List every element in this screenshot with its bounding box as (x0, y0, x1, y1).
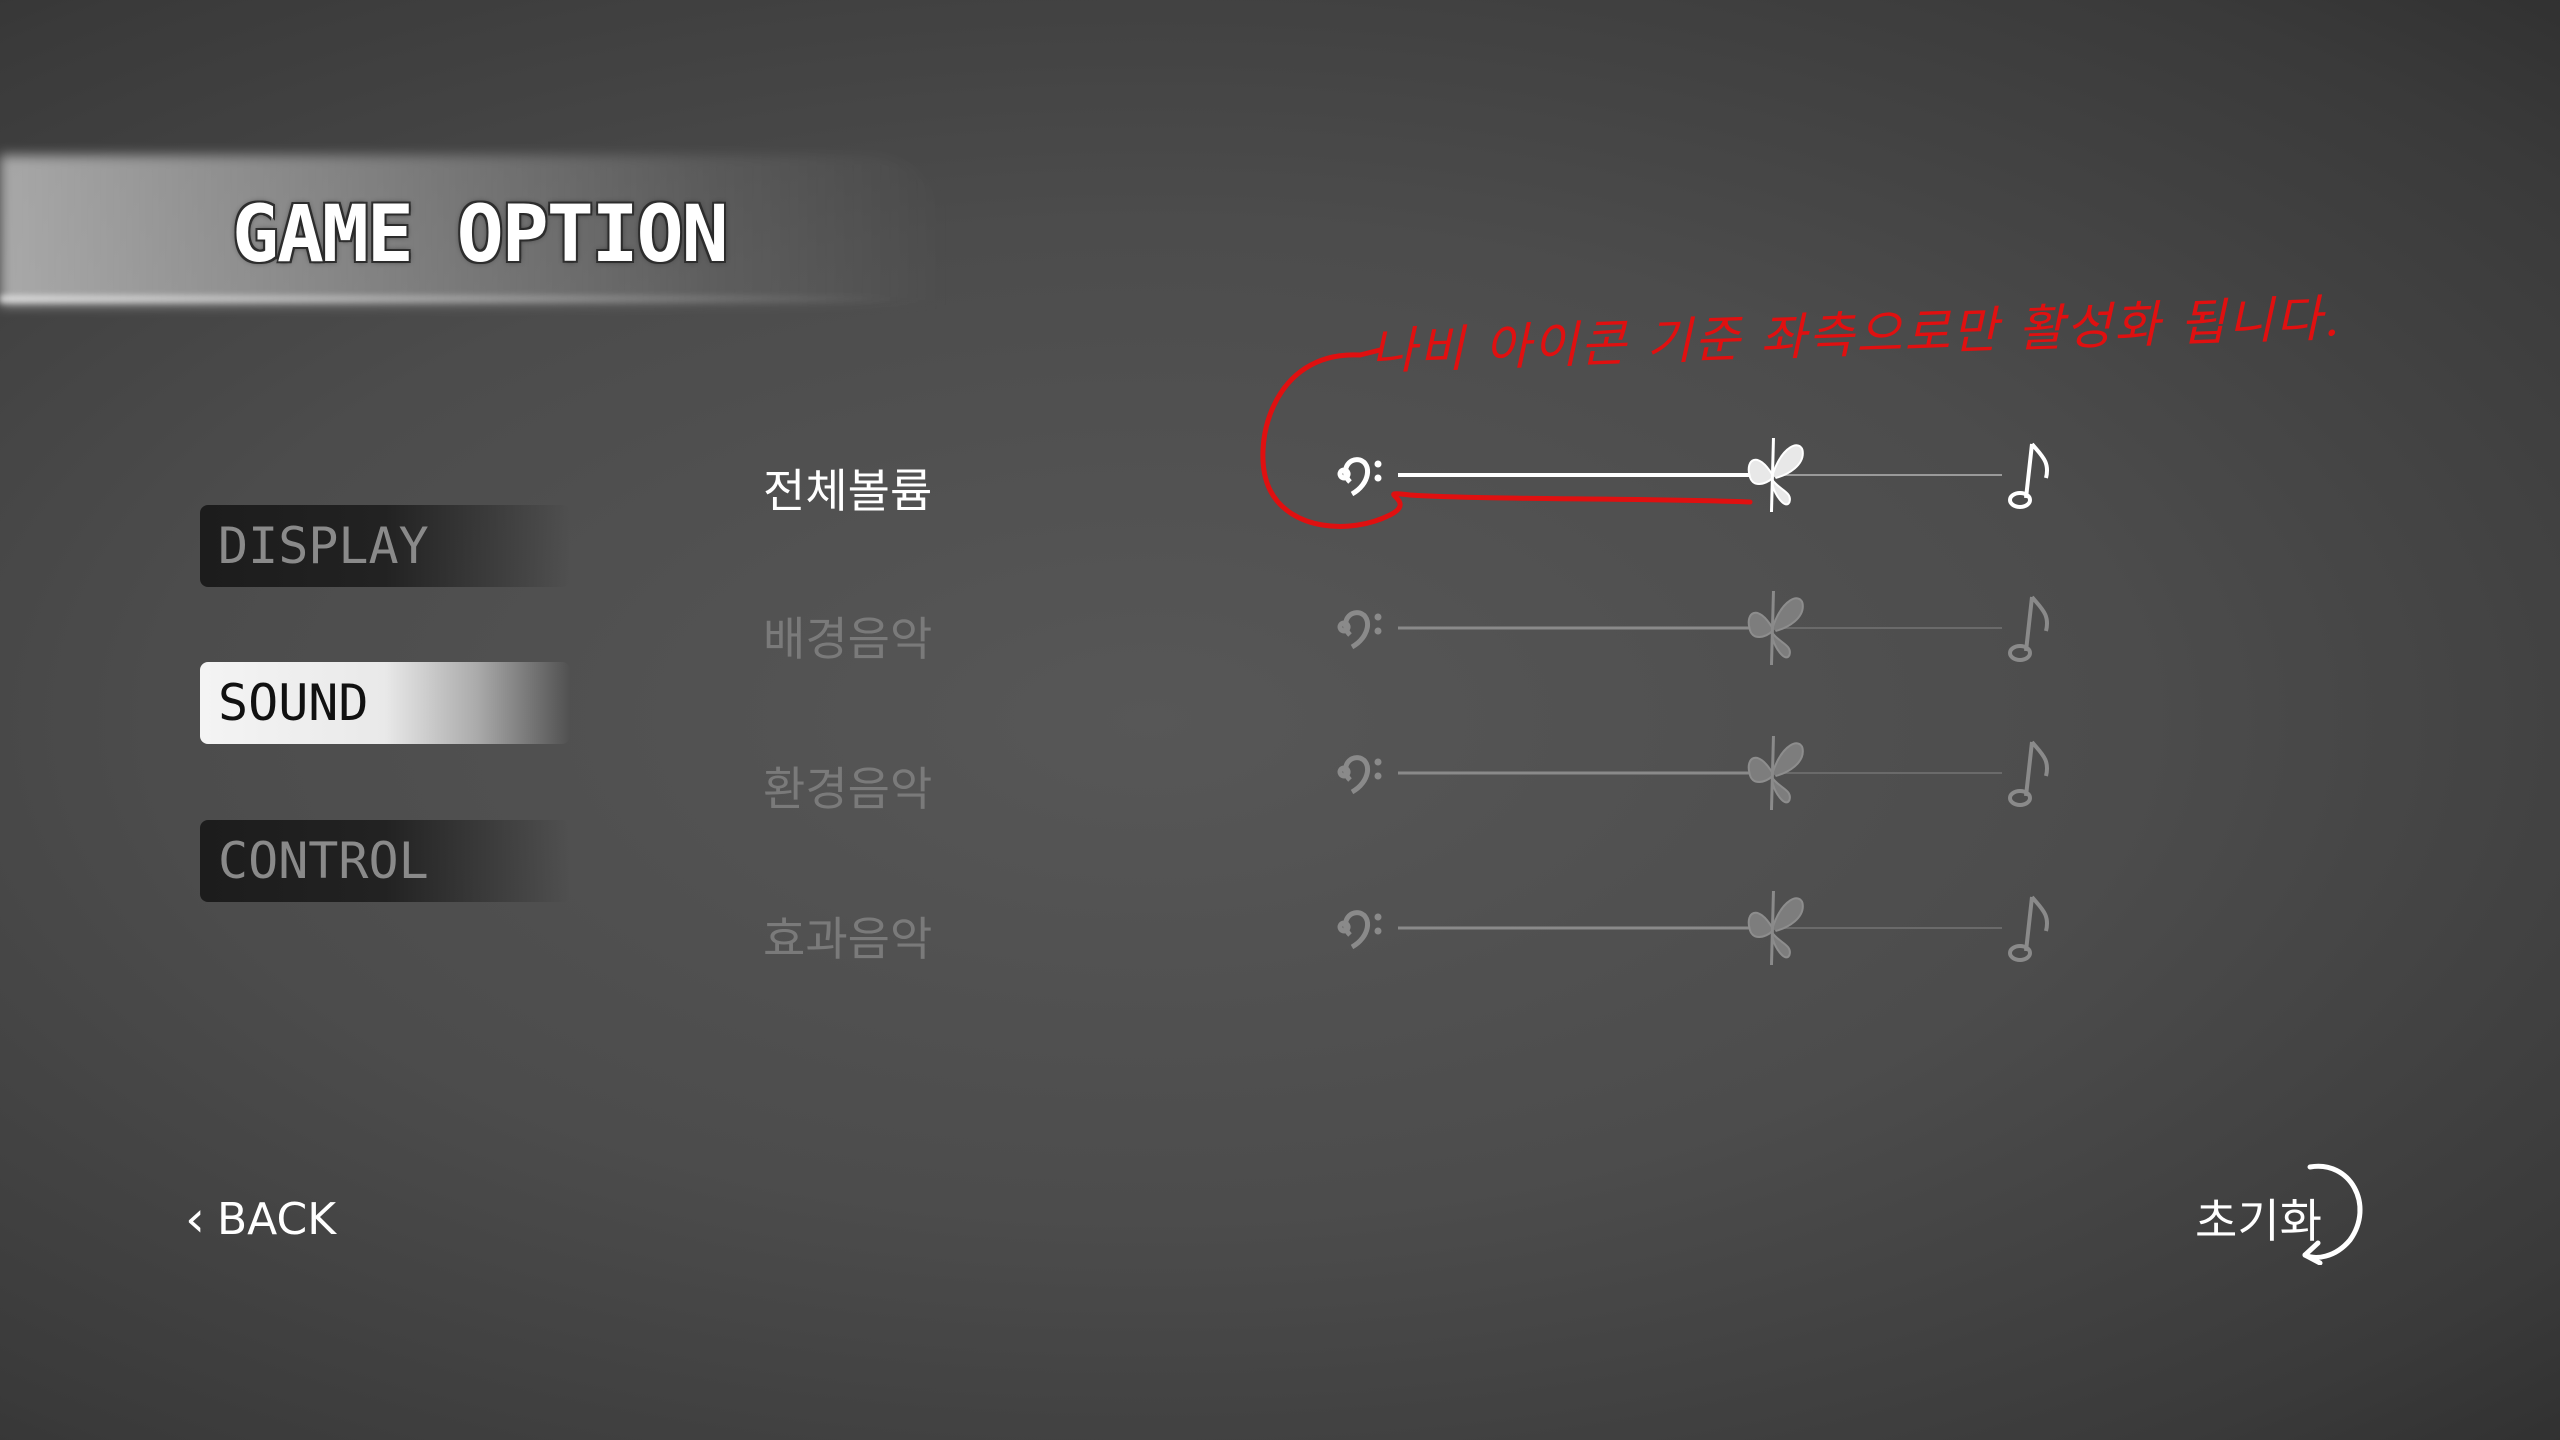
slider-graphic (1337, 590, 2049, 666)
menu-sound-button[interactable]: SOUND (200, 662, 570, 744)
title-band-edge (0, 295, 900, 303)
reset-label: 초기화 (2195, 1194, 2322, 1248)
ambient-volume-slider[interactable] (1330, 728, 2070, 818)
back-label: BACK (217, 1194, 337, 1245)
bass-clef-icon (1337, 610, 1382, 650)
annotation-text: 나비 아이콘 기준 좌측으로만 활성화 됩니다. (1369, 289, 2343, 381)
eighth-note-icon (2008, 442, 2049, 509)
chevron-left-icon: ‹ (185, 1190, 205, 1248)
sfx-volume-label: 효과음악 (763, 912, 933, 966)
sfx-volume-slider[interactable] (1330, 883, 2070, 973)
eighth-note-icon (2008, 895, 2049, 962)
bass-clef-icon (1337, 755, 1382, 795)
back-button[interactable]: ‹ BACK (185, 1190, 336, 1248)
menu-display-button[interactable]: DISPLAY (200, 505, 570, 587)
bass-clef-icon (1337, 910, 1382, 950)
eighth-note-icon (2008, 595, 2049, 662)
bgm-volume-label: 배경음악 (763, 612, 933, 666)
slider-graphic (1337, 735, 2049, 811)
ambient-volume-label: 환경음악 (763, 762, 933, 816)
menu-control-button[interactable]: CONTROL (200, 820, 570, 902)
page-title: GAME OPTION (232, 190, 729, 280)
slider-graphic (1337, 890, 2049, 966)
master-volume-label: 전체볼륨 (763, 464, 933, 518)
reset-button[interactable]: 초기화 (2190, 1155, 2370, 1275)
bgm-volume-slider[interactable] (1330, 583, 2070, 673)
eighth-note-icon (2008, 740, 2049, 807)
